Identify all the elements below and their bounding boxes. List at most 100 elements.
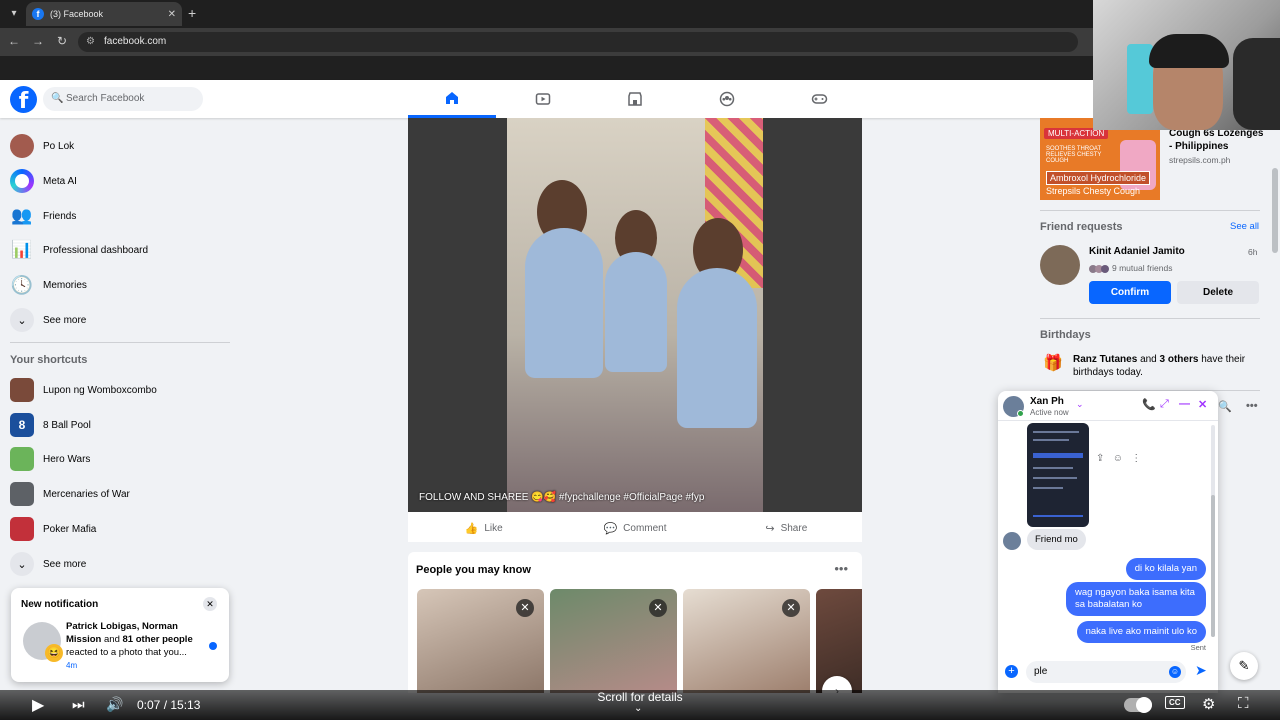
sidebar-item-meta-ai[interactable]: Meta AI <box>10 165 77 197</box>
shortcut-poker-mafia[interactable]: Poker Mafia <box>10 513 96 545</box>
chevron-down-icon[interactable]: ⌄ <box>1076 399 1084 410</box>
url-field[interactable]: ⚙ facebook.com <box>78 32 1078 52</box>
ad-product: Ambroxol Hydrochloride <box>1046 171 1151 185</box>
emoji-react-icon[interactable]: ☺ <box>1113 453 1123 464</box>
captions-icon[interactable]: CC <box>1165 696 1185 709</box>
pymk-card[interactable]: ✕ <box>550 589 677 693</box>
sponsored-ad-image[interactable]: MULTI-ACTION SOOTHES THROAT RELIEVES CHES… <box>1040 118 1160 200</box>
autoplay-toggle[interactable] <box>1124 697 1152 713</box>
browser-tab[interactable]: f (3) Facebook ✕ <box>26 2 182 26</box>
sidebar-item-see-more[interactable]: ⌄ See more <box>10 304 86 336</box>
settings-gear-icon[interactable]: ⚙ <box>1202 695 1215 713</box>
screenshot-line <box>1033 453 1083 458</box>
bookmarks-bar <box>0 56 1280 80</box>
ad-title[interactable]: Cough 6s Lozenges - Philippines <box>1169 127 1269 153</box>
tab-video[interactable] <box>499 80 587 118</box>
chat-header[interactable]: Xan Ph Active now ⌄ 📞 ⤢ — ✕ <box>998 391 1218 421</box>
reload-icon[interactable]: ↻ <box>54 34 70 48</box>
shortcut-8-ball-pool[interactable]: 8 8 Ball Pool <box>10 409 91 441</box>
shortcut-lupon[interactable]: Lupon ng Womboxcombo <box>10 374 157 406</box>
shortcut-mercenaries-of-war[interactable]: Mercenaries of War <box>10 478 130 510</box>
page-scrollbar[interactable] <box>1270 118 1280 693</box>
notification-toast[interactable]: New notification ✕ 😆 Patrick Lobigas, No… <box>11 588 229 682</box>
forward-icon[interactable]: → <box>30 34 46 48</box>
sidebar-item-memories[interactable]: 🕓 Memories <box>10 269 87 301</box>
birthday-text[interactable]: Ranz Tutanes and 3 others have their bir… <box>1073 353 1263 379</box>
post-video[interactable]: FOLLOW AND SHAREE 😋🥰 #fypchallenge #Offi… <box>408 118 862 512</box>
groups-icon <box>719 91 735 107</box>
volume-icon[interactable]: 🔊 <box>106 696 123 713</box>
new-tab-icon[interactable]: + <box>188 5 196 21</box>
like-button[interactable]: 👍 Like <box>408 514 559 542</box>
screenshot-line <box>1033 487 1063 489</box>
ad-small-text: SOOTHES THROAT RELIEVES CHESTY COUGH <box>1046 146 1116 164</box>
share-button[interactable]: ↪ Share <box>711 514 862 542</box>
chat-scrollbar[interactable] <box>1211 425 1215 637</box>
chevron-down-icon[interactable]: ⌄ <box>634 703 642 714</box>
shortcut-hero-wars[interactable]: Hero Wars <box>10 443 90 475</box>
confirm-button[interactable]: Confirm <box>1089 281 1171 304</box>
sidebar-item-profile[interactable]: Po Lok <box>10 130 74 162</box>
scrollbar-thumb[interactable] <box>1272 168 1278 253</box>
ad-brand: Strepsils Chesty Cough <box>1046 186 1141 196</box>
close-icon[interactable]: ✕ <box>782 599 800 617</box>
friends-icon: 👥 <box>11 206 33 225</box>
fullscreen-icon[interactable]: ⛶ <box>1238 695 1249 712</box>
minimize-icon[interactable]: — <box>1179 398 1190 410</box>
meta-ai-icon <box>10 169 34 193</box>
more-vertical-icon[interactable]: ⋮ <box>1131 453 1141 464</box>
search-input[interactable]: 🔍 Search Facebook <box>43 87 203 111</box>
scroll-hint[interactable]: Scroll for details <box>595 690 685 704</box>
shortcuts-see-more[interactable]: ⌄ See more <box>10 548 86 580</box>
outgoing-message: wag ngayon baka isama kita sa babalatan … <box>1066 582 1206 616</box>
more-options-icon[interactable]: ••• <box>834 561 848 576</box>
sidebar-item-professional-dashboard[interactable]: 📊 Professional dashboard <box>10 234 148 266</box>
share-icon[interactable]: ⇪ <box>1096 453 1104 464</box>
people-you-may-know: People you may know ••• ✕ ✕ ✕ › <box>408 552 862 693</box>
more-options-icon[interactable]: ••• <box>1246 400 1258 412</box>
tab-close-icon[interactable]: ✕ <box>168 9 176 20</box>
shared-screenshot[interactable] <box>1027 423 1089 527</box>
plus-icon[interactable]: + <box>1005 665 1018 678</box>
site-info-icon[interactable]: ⚙ <box>86 32 95 52</box>
tab-home[interactable] <box>408 80 496 118</box>
tab-marketplace[interactable] <box>591 80 679 118</box>
close-icon[interactable]: ✕ <box>516 599 534 617</box>
avatar[interactable] <box>1040 245 1080 285</box>
ad-url: strepsils.com.ph <box>1169 155 1231 165</box>
pymk-card[interactable]: ✕ <box>683 589 810 693</box>
gaming-icon <box>811 94 827 104</box>
sidebar-item-friends[interactable]: 👥 Friends <box>10 200 76 232</box>
delete-button[interactable]: Delete <box>1177 281 1259 304</box>
new-message-icon[interactable]: ✎ <box>1230 652 1258 680</box>
chat-scrollbar-thumb[interactable] <box>1211 495 1215 637</box>
expand-icon[interactable]: ⤢ <box>1160 398 1169 411</box>
friend-request-name[interactable]: Kinit Adaniel Jamito <box>1089 246 1185 257</box>
avatar <box>1003 532 1021 550</box>
streamer-hair <box>1149 34 1229 68</box>
close-icon[interactable]: ✕ <box>203 597 217 611</box>
back-icon[interactable]: ← <box>6 34 22 48</box>
chat-composer: + ple ☺ ➤ <box>998 659 1218 693</box>
notification-title: New notification <box>21 599 99 610</box>
search-contacts-icon[interactable]: 🔍 <box>1218 400 1232 413</box>
pymk-card[interactable]: ✕ <box>417 589 544 693</box>
comment-button[interactable]: 💬 Comment <box>559 514 710 542</box>
mercenaries-icon <box>10 482 34 506</box>
8-ball-icon: 8 <box>10 413 34 437</box>
mutual-avatar <box>1101 264 1109 273</box>
facebook-logo-icon[interactable]: f <box>10 86 37 114</box>
play-icon[interactable]: ▶ <box>32 695 44 715</box>
close-icon[interactable]: ✕ <box>649 599 667 617</box>
next-icon[interactable]: ⏭ <box>72 696 85 713</box>
send-icon[interactable]: ➤ <box>1195 662 1207 679</box>
message-input[interactable]: ple <box>1026 661 1186 683</box>
close-icon[interactable]: ✕ <box>1198 398 1207 411</box>
birthday-and: and <box>1140 354 1157 365</box>
phone-icon[interactable]: 📞 <box>1142 398 1156 411</box>
tab-gaming[interactable] <box>775 80 863 118</box>
tab-search-icon[interactable]: ▾ <box>6 6 22 22</box>
tab-groups[interactable] <box>683 80 771 118</box>
emoji-icon[interactable]: ☺ <box>1169 666 1181 678</box>
see-all-link[interactable]: See all <box>1230 221 1259 232</box>
